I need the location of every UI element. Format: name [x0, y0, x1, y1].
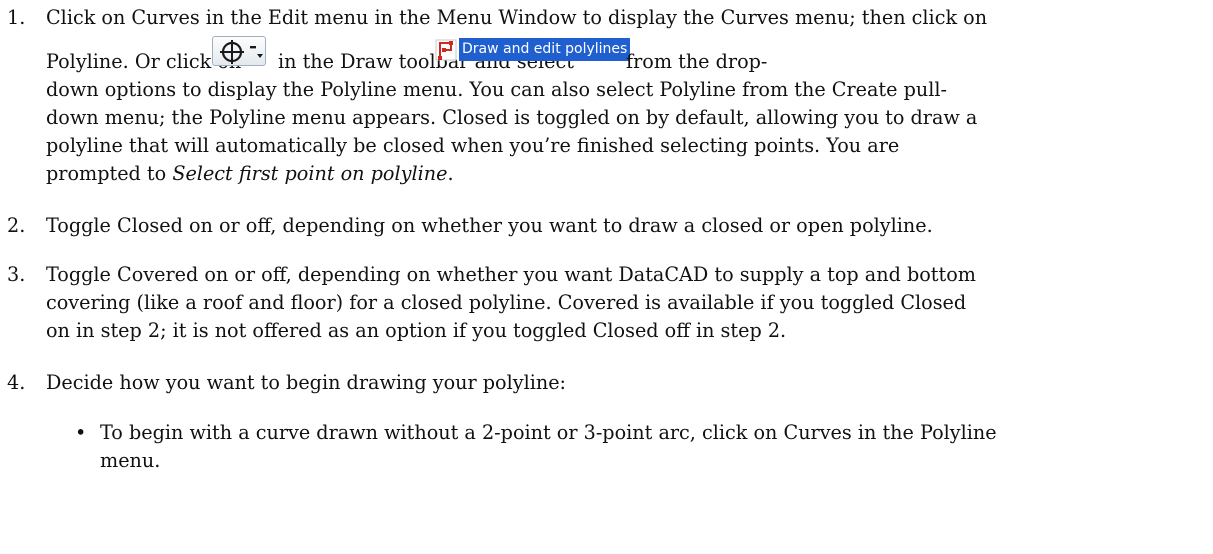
step-1-line-2-post: from the drop-	[626, 50, 768, 73]
step-3-line-2: covering (like a roof and floor) for a c…	[46, 291, 967, 314]
step-1-line-6: prompted to Select first point on polyli…	[46, 162, 454, 186]
bullet-icon: •	[75, 421, 87, 444]
step-1-line-5: polyline that will automatically be clos…	[46, 134, 900, 157]
draw-and-edit-polylines-option[interactable]: Draw and edit polylines	[459, 38, 631, 61]
prompt-prefix: prompted to	[46, 162, 167, 185]
circle-crosshair-dropdown-icon	[220, 40, 263, 64]
polyline-icon	[435, 39, 457, 61]
step-number: 1.	[7, 6, 26, 29]
step-3-line-1: Toggle Covered on or off, depending on w…	[46, 263, 976, 286]
step-number: 2.	[7, 214, 26, 237]
bullet-line-1: To begin with a curve drawn without a 2-…	[100, 421, 997, 444]
bullet-line-2: menu.	[100, 449, 161, 472]
step-2-line-1: Toggle Closed on or off, depending on wh…	[46, 214, 933, 237]
step-4-line-1: Decide how you want to begin drawing you…	[46, 371, 567, 394]
step-1-line-4: down menu; the Polyline menu appears. Cl…	[46, 106, 978, 129]
prompt-text: Select first point on polyline	[172, 162, 448, 185]
step-number: 3.	[7, 263, 26, 286]
step-1-line-3: down options to display the Polyline men…	[46, 78, 947, 101]
step-1-line-1: Click on Curves in the Edit menu in the …	[46, 6, 988, 29]
step-3-line-3: on in step 2; it is not offered as an op…	[46, 319, 787, 342]
draw-toolbar-button[interactable]	[212, 36, 266, 66]
step-number: 4.	[7, 371, 26, 394]
prompt-period: .	[447, 162, 454, 185]
